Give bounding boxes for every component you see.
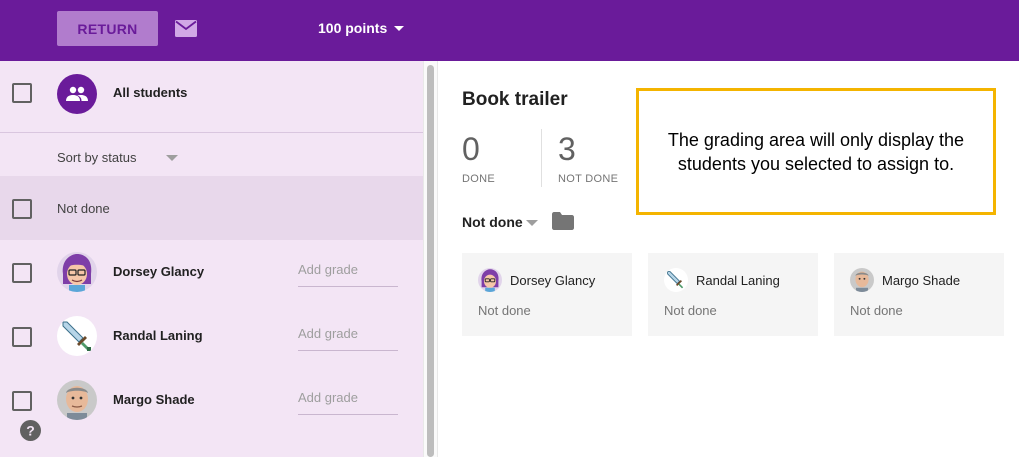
callout-annotation: The grading area will only display the s… xyxy=(636,88,996,215)
student-row[interactable]: Dorsey Glancy Add grade xyxy=(0,240,423,304)
status-filter-dropdown[interactable]: Not done xyxy=(462,214,523,230)
chevron-down-icon[interactable] xyxy=(394,26,404,31)
add-grade-input[interactable]: Add grade xyxy=(298,326,398,351)
not-done-group-checkbox[interactable] xyxy=(12,199,32,219)
avatar xyxy=(57,380,97,420)
student-row[interactable]: Randal Laning Add grade xyxy=(0,304,423,368)
stat-divider xyxy=(541,129,542,187)
student-row[interactable]: Margo Shade Add grade xyxy=(0,368,423,432)
chevron-down-icon[interactable] xyxy=(526,220,538,226)
folder-icon[interactable] xyxy=(552,212,574,230)
student-name: Dorsey Glancy xyxy=(113,264,205,279)
not-done-label[interactable]: NOT DONE xyxy=(558,173,618,185)
group-label: Not done xyxy=(57,201,110,216)
points-selector[interactable]: 100 points xyxy=(318,20,387,36)
scrollbar-thumb[interactable] xyxy=(427,65,434,457)
done-label: DONE xyxy=(462,173,495,185)
mail-icon[interactable] xyxy=(175,20,197,37)
all-students-checkbox[interactable] xyxy=(12,83,32,103)
callout-text: The grading area will only display the s… xyxy=(667,129,965,174)
all-students-row: All students xyxy=(0,61,423,133)
avatar xyxy=(664,268,688,292)
add-grade-input[interactable]: Add grade xyxy=(298,262,398,287)
card-status: Not done xyxy=(850,303,903,318)
card-student-name: Randal Laning xyxy=(696,273,780,288)
assignment-title: Book trailer xyxy=(462,89,568,110)
student-checkbox[interactable] xyxy=(12,391,32,411)
sort-dropdown[interactable]: Sort by status xyxy=(57,150,136,165)
help-icon[interactable]: ? xyxy=(20,420,41,441)
student-card[interactable]: Dorsey Glancy Not done xyxy=(462,253,632,336)
student-checkbox[interactable] xyxy=(12,263,32,283)
student-list-panel: All students Sort by status Not done Dor… xyxy=(0,61,423,457)
student-checkbox[interactable] xyxy=(12,327,32,347)
not-done-group-header: Not done xyxy=(0,176,423,240)
avatar xyxy=(57,252,97,292)
return-button[interactable]: RETURN xyxy=(57,11,158,46)
top-bar: RETURN 100 points xyxy=(0,0,1019,61)
student-name: Margo Shade xyxy=(113,392,195,407)
card-student-name: Dorsey Glancy xyxy=(510,273,596,288)
card-status: Not done xyxy=(664,303,717,318)
avatar xyxy=(57,316,97,356)
chevron-down-icon[interactable] xyxy=(166,155,178,161)
scrollbar[interactable] xyxy=(423,61,438,457)
student-card[interactable]: Margo Shade Not done xyxy=(834,253,1004,336)
avatar xyxy=(478,268,502,292)
avatar xyxy=(850,268,874,292)
card-student-name: Margo Shade xyxy=(882,273,961,288)
done-count: 0 xyxy=(462,131,480,167)
not-done-count[interactable]: 3 xyxy=(558,131,576,168)
group-icon xyxy=(57,74,97,114)
svg-text:?: ? xyxy=(26,423,35,439)
student-card[interactable]: Randal Laning Not done xyxy=(648,253,818,336)
all-students-label: All students xyxy=(113,85,188,100)
student-name: Randal Laning xyxy=(113,328,203,343)
card-status: Not done xyxy=(478,303,531,318)
add-grade-input[interactable]: Add grade xyxy=(298,390,398,415)
